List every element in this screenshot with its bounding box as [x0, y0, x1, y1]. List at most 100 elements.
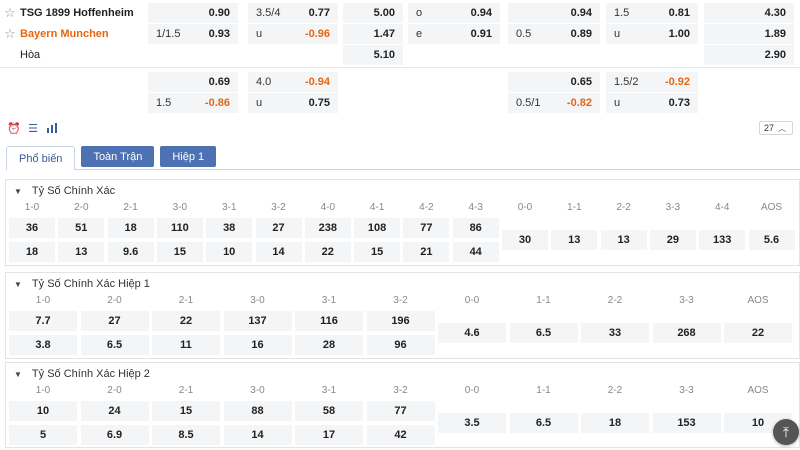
score-odds-home[interactable]: 51 — [58, 218, 105, 238]
page-size-value: 27 — [764, 123, 775, 133]
score-odds-draw[interactable]: 5.6 — [748, 230, 795, 250]
score-odds-away[interactable]: 42 — [366, 425, 435, 445]
score-odds-away[interactable]: 8.5 — [152, 425, 220, 445]
odds-cell[interactable]: u 0.73 — [606, 93, 698, 113]
score-odds-draw[interactable]: 30 — [502, 230, 548, 250]
section-header[interactable]: ▼ Tỷ Số Chính Xác Hiệp 1 — [6, 273, 799, 295]
odds-cell[interactable]: u 1.00 — [606, 24, 698, 44]
score-odds-away[interactable]: 9.6 — [107, 242, 154, 262]
score-odds-away[interactable]: 14 — [223, 425, 292, 445]
score-odds-home[interactable]: 27 — [80, 311, 149, 331]
score-odds-home[interactable]: 77 — [366, 401, 435, 421]
odds-cell[interactable]: 4.0 -0.94 — [248, 72, 338, 92]
score-odds-away[interactable]: 5 — [9, 425, 77, 445]
score-odds-away[interactable]: 10 — [206, 242, 253, 262]
score-odds-home[interactable]: 108 — [354, 218, 401, 238]
score-odds-away[interactable]: 13 — [58, 242, 105, 262]
odds-cell[interactable]: u -0.96 — [248, 24, 338, 44]
score-odds-home[interactable]: 36 — [9, 218, 55, 238]
page-size-select[interactable]: 27 ︿ — [759, 121, 793, 135]
score-odds-draw[interactable]: 133 — [699, 230, 746, 250]
odds-cell[interactable]: e 0.91 — [408, 24, 500, 44]
score-odds-draw[interactable]: 13 — [600, 230, 647, 250]
score-odds-away[interactable]: 17 — [295, 425, 363, 445]
odds-cell[interactable]: o 0.94 — [408, 3, 500, 23]
score-odds-away[interactable]: 15 — [354, 242, 401, 262]
bar-chart-icon[interactable] — [45, 121, 59, 135]
score-odds-home[interactable]: 110 — [156, 218, 203, 238]
score-odds-draw[interactable]: 18 — [581, 413, 649, 433]
alarm-clock-icon[interactable]: ⏰ — [7, 121, 21, 135]
score-odds-home[interactable]: 10 — [9, 401, 77, 421]
score-odds-away[interactable]: 14 — [255, 242, 302, 262]
score-odds-away[interactable]: 28 — [295, 335, 363, 355]
odds-cell[interactable]: u 0.75 — [248, 93, 338, 113]
score-odds-away[interactable]: 11 — [152, 335, 220, 355]
score-odds-away[interactable]: 3.8 — [9, 335, 77, 355]
score-odds-home[interactable]: 196 — [366, 311, 435, 331]
score-odds-home[interactable]: 77 — [403, 218, 450, 238]
score-odds-draw[interactable]: 33 — [581, 323, 649, 343]
odds-cell[interactable]: 1.89 — [704, 24, 794, 44]
score-odds-draw[interactable]: 6.5 — [509, 413, 578, 433]
odds-cell[interactable]: 0.94 — [508, 3, 600, 23]
score-odds-home[interactable]: 116 — [295, 311, 363, 331]
score-odds-home[interactable]: 238 — [304, 218, 351, 238]
score-odds-away[interactable]: 22 — [304, 242, 351, 262]
score-odds-home[interactable]: 88 — [223, 401, 292, 421]
score-odds-away[interactable]: 15 — [156, 242, 203, 262]
score-odds-away[interactable]: 6.5 — [80, 335, 149, 355]
odds-cell[interactable]: 2.90 — [704, 45, 794, 65]
score-odds-draw[interactable]: 153 — [652, 413, 721, 433]
odds-cell[interactable]: 1.5 -0.86 — [148, 93, 238, 113]
odds-cell[interactable]: 4.30 — [704, 3, 794, 23]
tab-popular[interactable]: Phổ biến — [6, 146, 76, 170]
odds-cell[interactable]: 5.00 — [343, 3, 403, 23]
score-odds-home[interactable]: 58 — [295, 401, 363, 421]
section-header[interactable]: ▼ Tỷ Số Chính Xác — [6, 180, 799, 202]
score-odds-home[interactable]: 137 — [223, 311, 292, 331]
odds-cell[interactable]: 1.5/2 -0.92 — [606, 72, 698, 92]
odds-cell[interactable]: 0.69 — [148, 72, 238, 92]
score-odds-draw[interactable]: 3.5 — [438, 413, 506, 433]
tab-first-half[interactable]: Hiệp 1 — [160, 146, 217, 167]
back-to-top-button[interactable]: ⤒ — [773, 419, 799, 445]
score-odds-draw[interactable]: 29 — [649, 230, 696, 250]
odds-cell[interactable]: 5.10 — [343, 45, 403, 65]
star-icon[interactable]: ☆ — [0, 26, 20, 42]
score-odds-away[interactable]: 16 — [223, 335, 292, 355]
score-odds-away[interactable]: 44 — [452, 242, 499, 262]
list-icon[interactable]: ☰ — [26, 121, 40, 135]
score-odds-home[interactable]: 27 — [255, 218, 302, 238]
odds-cell[interactable]: 0.5/1 -0.82 — [508, 93, 600, 113]
score-odds-home[interactable]: 38 — [206, 218, 253, 238]
team-home[interactable]: ☆ TSG 1899 Hoffenheim — [0, 2, 134, 24]
score-odds-home[interactable]: 24 — [80, 401, 149, 421]
score-odds-away[interactable]: 21 — [403, 242, 450, 262]
team-away[interactable]: ☆ Bayern Munchen — [0, 23, 108, 45]
score-odds-home[interactable]: 15 — [152, 401, 220, 421]
star-icon[interactable]: ☆ — [0, 5, 20, 21]
score-odds-home[interactable]: 18 — [107, 218, 154, 238]
score-odds-away[interactable]: 6.9 — [80, 425, 149, 445]
score-odds-away[interactable]: 18 — [9, 242, 55, 262]
score-odds-draw[interactable]: 13 — [551, 230, 598, 250]
score-odds-draw[interactable]: 22 — [724, 323, 792, 343]
score-odds-home[interactable]: 22 — [152, 311, 220, 331]
score-odds-draw[interactable]: 268 — [652, 323, 721, 343]
score-odds-draw[interactable]: 6.5 — [509, 323, 578, 343]
section-header[interactable]: ▼ Tỷ Số Chính Xác Hiệp 2 — [6, 363, 799, 385]
odds-cell[interactable]: 3.5/4 0.77 — [248, 3, 338, 23]
odds-cell[interactable]: 1.47 — [343, 24, 403, 44]
score-odds-home[interactable]: 7.7 — [9, 311, 77, 331]
odds-cell[interactable]: 1.5 0.81 — [606, 3, 698, 23]
odds-cell[interactable]: 1/1.5 0.93 — [148, 24, 238, 44]
score-odds-away[interactable]: 96 — [366, 335, 435, 355]
odds-cell[interactable]: 0.5 0.89 — [508, 24, 600, 44]
score-odds-home[interactable]: 86 — [452, 218, 499, 238]
odds-cell[interactable]: 0.65 — [508, 72, 600, 92]
odds-cell[interactable]: 0.90 — [148, 3, 238, 23]
tab-full-match[interactable]: Toàn Trận — [81, 146, 155, 167]
odds-value: 0.69 — [208, 76, 230, 88]
score-odds-draw[interactable]: 4.6 — [438, 323, 506, 343]
